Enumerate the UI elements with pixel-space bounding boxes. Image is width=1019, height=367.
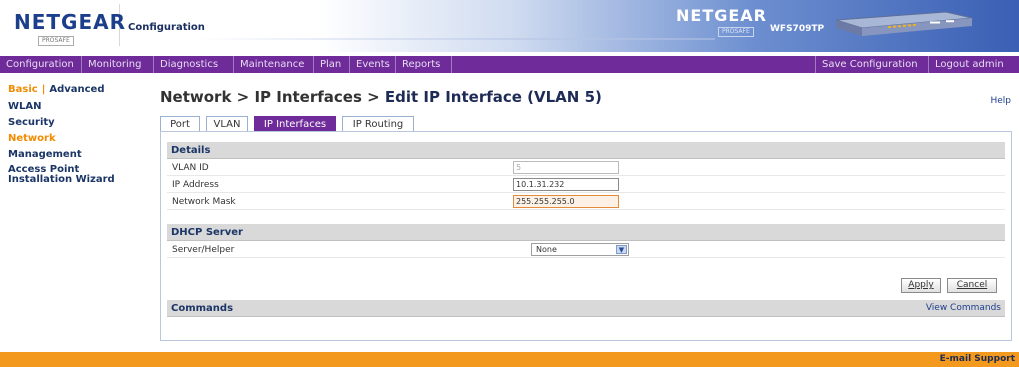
nav-configuration[interactable]: Configuration [0, 56, 82, 73]
ip-address-row: IP Address [167, 177, 1005, 193]
sidebar-item-wlan[interactable]: WLAN [8, 101, 148, 112]
tab-ip-interfaces[interactable]: IP Interfaces [254, 116, 336, 132]
nav-events[interactable]: Events [350, 56, 396, 73]
commands-heading: Commands View Commands [167, 300, 1005, 317]
mode-separator: | [41, 84, 46, 95]
nav-diagnostics[interactable]: Diagnostics [154, 56, 234, 73]
nav-plan[interactable]: Plan [314, 56, 350, 73]
help-link[interactable]: Help [990, 96, 1011, 106]
server-helper-select[interactable]: None ▼ [531, 243, 629, 256]
network-mask-row: Network Mask [167, 194, 1005, 210]
sidebar-item-management[interactable]: Management [8, 149, 148, 160]
breadcrumb-current: Edit IP Interface (VLAN 5) [384, 88, 602, 106]
commands-title: Commands [171, 303, 234, 314]
server-helper-label: Server/Helper [172, 245, 235, 255]
view-commands-link[interactable]: View Commands [926, 300, 1001, 317]
sidebar: Basic | Advanced WLAN Security Network Man… [8, 84, 148, 185]
apply-button[interactable]: Apply [901, 278, 941, 293]
model-name: WFS709TP [770, 24, 825, 34]
header-divider [195, 38, 715, 40]
logo-subtext: PROSAFE [38, 36, 74, 46]
breadcrumb: Network > IP Interfaces > [160, 88, 385, 106]
ip-address-field[interactable] [513, 178, 619, 191]
tab-vlan[interactable]: VLAN [206, 116, 248, 132]
vlan-id-row: VLAN ID [167, 160, 1005, 176]
sidebar-item-ap-wizard[interactable]: Access Point Installation Wizard [8, 165, 128, 185]
network-mask-label: Network Mask [172, 197, 236, 207]
email-support-link[interactable]: E-mail Support [940, 354, 1015, 364]
mode-basic-link[interactable]: Basic [8, 84, 38, 95]
ip-address-label: IP Address [172, 180, 219, 190]
nav-reports[interactable]: Reports [396, 56, 452, 73]
vlan-id-field[interactable] [513, 161, 619, 174]
logout-button[interactable]: Logout admin [929, 56, 1019, 73]
header: NETGEAR PROSAFE Configuration NETGEAR PR… [0, 0, 1019, 52]
tab-ip-routing[interactable]: IP Routing [342, 116, 414, 132]
brand-text: NETGEAR [676, 6, 767, 25]
mode-switch: Basic | Advanced [8, 84, 148, 96]
switch-device-icon [835, 11, 973, 36]
content-panel: Details VLAN ID IP Address Network Mask … [160, 131, 1012, 341]
sidebar-item-security[interactable]: Security [8, 117, 148, 128]
dhcp-server-heading: DHCP Server [167, 224, 1005, 241]
logo-text: NETGEAR [14, 10, 126, 34]
footer: E-mail Support [0, 352, 1019, 367]
nav-maintenance[interactable]: Maintenance [234, 56, 314, 73]
main-nav-bar: Configuration Monitoring Diagnostics Mai… [0, 56, 1019, 73]
vlan-id-label: VLAN ID [172, 163, 209, 173]
server-helper-row: Server/Helper None ▼ [167, 242, 1005, 258]
server-helper-selected: None [536, 245, 557, 254]
brand-subtext: PROSAFE [718, 27, 754, 37]
network-mask-field[interactable] [513, 195, 619, 208]
apply-label: Apply [908, 280, 934, 290]
nav-monitoring[interactable]: Monitoring [82, 56, 154, 73]
tab-port[interactable]: Port [160, 116, 200, 132]
save-configuration-button[interactable]: Save Configuration [815, 56, 929, 73]
netgear-logo: NETGEAR PROSAFE [8, 4, 125, 46]
page-title: Network > IP Interfaces > Edit IP Interf… [160, 88, 602, 106]
cancel-button[interactable]: Cancel [947, 278, 997, 293]
header-title: Configuration [128, 22, 205, 33]
details-heading: Details [167, 142, 1005, 159]
cancel-label: Cancel [956, 280, 988, 290]
mode-advanced-link[interactable]: Advanced [49, 84, 104, 95]
sidebar-item-network[interactable]: Network [8, 133, 148, 144]
chevron-down-icon: ▼ [616, 245, 627, 254]
